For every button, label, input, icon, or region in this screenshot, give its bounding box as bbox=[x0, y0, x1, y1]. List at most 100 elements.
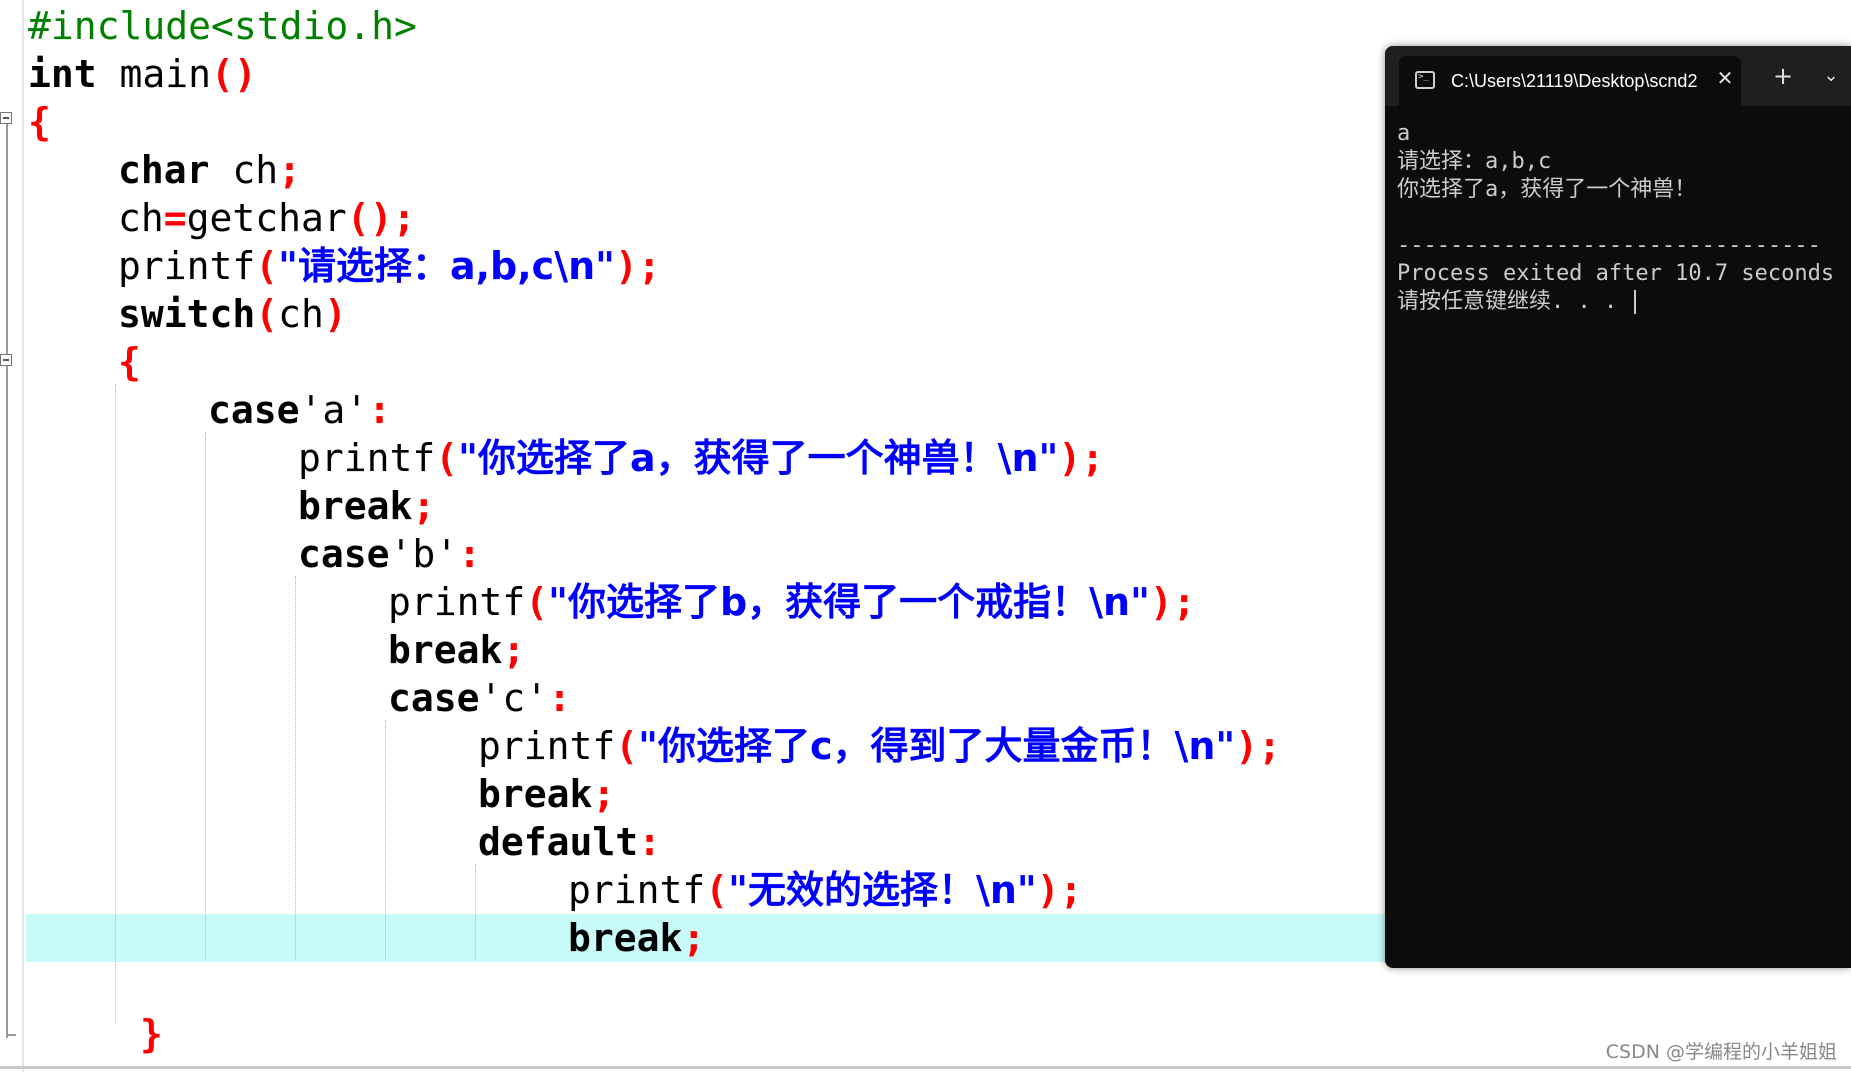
code-line[interactable]: case'b': bbox=[298, 530, 481, 578]
terminal-line: a bbox=[1397, 121, 1411, 146]
indent-guide bbox=[475, 864, 476, 960]
code-token: : bbox=[548, 676, 572, 720]
indent-guide bbox=[295, 576, 296, 960]
code-token: break bbox=[298, 484, 413, 528]
code-token: "你选择了a，获得了一个神兽！\n" bbox=[458, 436, 1059, 480]
new-tab-button[interactable]: + bbox=[1769, 62, 1797, 90]
code-token: case bbox=[208, 388, 300, 432]
fold-toggle-switch[interactable] bbox=[0, 354, 12, 366]
code-token: ( bbox=[255, 292, 279, 336]
indent-guide bbox=[115, 384, 116, 1024]
text-cursor bbox=[1634, 290, 1637, 314]
code-line[interactable]: ch=getchar(); bbox=[118, 194, 415, 242]
current-line-highlight bbox=[26, 914, 1386, 962]
chevron-down-icon[interactable]: ⌄ bbox=[1817, 62, 1845, 90]
code-token: case bbox=[298, 532, 390, 576]
code-line[interactable]: break; bbox=[298, 482, 435, 530]
code-line[interactable]: printf("请选择：a,b,c\n"); bbox=[118, 242, 661, 290]
code-token: break bbox=[388, 628, 503, 672]
terminal-line: 你选择了a，获得了一个神兽！ bbox=[1397, 177, 1697, 202]
code-token: { bbox=[28, 100, 51, 144]
code-token: #include<stdio.h> bbox=[28, 4, 417, 48]
code-token: ); bbox=[1036, 868, 1083, 912]
code-token: main bbox=[96, 52, 212, 96]
code-token: ); bbox=[1235, 724, 1281, 768]
code-line[interactable]: int main() bbox=[28, 50, 257, 98]
code-token: ( bbox=[255, 244, 279, 288]
code-token: ( bbox=[435, 436, 459, 480]
terminal-prompt-text: 请按任意键继续. . . bbox=[1397, 289, 1631, 314]
terminal-line: 请选择：a,b,c bbox=[1397, 149, 1552, 174]
code-line[interactable]: default: bbox=[478, 818, 661, 866]
code-line[interactable]: printf("无效的选择！\n"); bbox=[568, 866, 1082, 914]
code-token: ; bbox=[278, 148, 302, 192]
code-token: int bbox=[28, 52, 97, 96]
code-token: printf bbox=[568, 868, 706, 912]
fold-guide bbox=[6, 118, 8, 1038]
code-token: printf bbox=[388, 580, 526, 624]
code-token: getchar bbox=[186, 196, 347, 240]
terminal-tab-title: C:\Users\21119\Desktop\scnd2 bbox=[1451, 71, 1698, 91]
editor-bottom-border bbox=[0, 1066, 1851, 1069]
code-line[interactable]: case'c': bbox=[388, 674, 571, 722]
code-line[interactable]: break; bbox=[388, 626, 525, 674]
editor-gutter bbox=[0, 0, 24, 1072]
code-token: ; bbox=[502, 628, 526, 672]
code-token: 'c' bbox=[479, 676, 549, 720]
code-token: { bbox=[118, 340, 141, 384]
code-token: break bbox=[568, 916, 683, 960]
code-line[interactable]: printf("你选择了c，得到了大量金币！\n"); bbox=[478, 722, 1281, 770]
fold-end-marker bbox=[6, 1034, 16, 1036]
code-token: ( bbox=[525, 580, 549, 624]
code-token: char bbox=[118, 148, 210, 192]
code-line[interactable]: printf("你选择了b，获得了一个戒指！\n"); bbox=[388, 578, 1196, 626]
fold-toggle-main[interactable] bbox=[0, 112, 12, 124]
code-token: ; bbox=[682, 916, 706, 960]
code-token: ch bbox=[278, 292, 324, 336]
code-token: ( bbox=[615, 724, 639, 768]
code-token: () bbox=[211, 52, 257, 96]
code-line[interactable]: char ch; bbox=[118, 146, 301, 194]
terminal-prompt-line: 请按任意键继续. . . bbox=[1397, 288, 1851, 316]
code-token: ); bbox=[1149, 580, 1196, 624]
terminal-line: -------------------------------- bbox=[1397, 233, 1821, 258]
code-token: "请选择：a,b,c\n" bbox=[278, 244, 615, 288]
code-token: ( bbox=[705, 868, 729, 912]
code-token: ); bbox=[1058, 436, 1105, 480]
code-token: printf bbox=[478, 724, 616, 768]
code-line[interactable]: break; bbox=[478, 770, 615, 818]
terminal-output: a 请选择：a,b,c 你选择了a，获得了一个神兽！ -------------… bbox=[1397, 120, 1851, 316]
code-token: "你选择了c，得到了大量金币！\n" bbox=[638, 724, 1236, 768]
code-token: : bbox=[638, 820, 662, 864]
code-token: ); bbox=[614, 244, 661, 288]
code-token: ; bbox=[592, 772, 616, 816]
code-token: default bbox=[478, 820, 639, 864]
code-line[interactable]: } bbox=[140, 1010, 163, 1058]
code-token: 'a' bbox=[299, 388, 369, 432]
code-line[interactable]: switch(ch) bbox=[118, 290, 347, 338]
code-line[interactable]: case'a': bbox=[208, 386, 391, 434]
code-token: printf bbox=[298, 436, 436, 480]
terminal-tab[interactable]: C:\Users\21119\Desktop\scnd2 ✕ bbox=[1399, 56, 1741, 106]
terminal-icon bbox=[1415, 71, 1435, 89]
code-line[interactable]: #include<stdio.h> bbox=[28, 2, 417, 50]
close-tab-icon[interactable]: ✕ bbox=[1713, 66, 1737, 90]
console-window[interactable]: C:\Users\21119\Desktop\scnd2 ✕ + ⌄ a 请选择… bbox=[1385, 46, 1851, 968]
code-token: case bbox=[388, 676, 480, 720]
code-token: : bbox=[368, 388, 392, 432]
code-token: ch bbox=[118, 196, 164, 240]
indent-guide bbox=[205, 432, 206, 960]
code-line[interactable]: printf("你选择了a，获得了一个神兽！\n"); bbox=[298, 434, 1104, 482]
code-token: printf bbox=[118, 244, 256, 288]
terminal-titlebar: C:\Users\21119\Desktop\scnd2 ✕ + ⌄ bbox=[1385, 46, 1851, 106]
code-line[interactable]: break; bbox=[568, 914, 705, 962]
code-token: ch bbox=[209, 148, 279, 192]
code-token: "你选择了b，获得了一个戒指！\n" bbox=[548, 580, 1150, 624]
code-line[interactable]: { bbox=[28, 98, 51, 146]
code-token: break bbox=[478, 772, 593, 816]
code-token: } bbox=[140, 1012, 163, 1056]
code-line[interactable]: { bbox=[118, 338, 141, 386]
code-token: ) bbox=[323, 292, 347, 336]
code-token: (); bbox=[346, 196, 416, 240]
code-token: : bbox=[458, 532, 482, 576]
